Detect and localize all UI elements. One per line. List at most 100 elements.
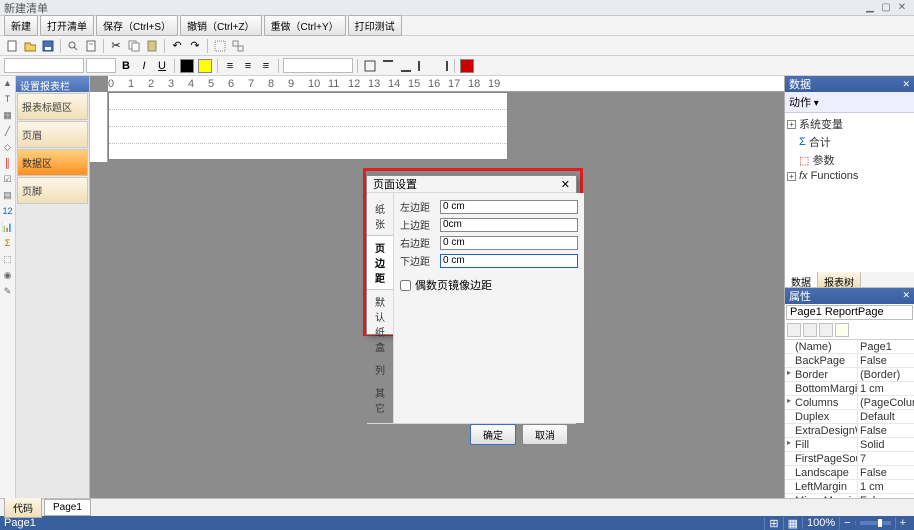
chart-icon[interactable]: 📊 <box>2 222 14 234</box>
zoom-in-icon[interactable]: + <box>895 517 910 529</box>
property-grid[interactable]: (Name)Page1BackPageFalse▸Border(Border)B… <box>785 340 914 499</box>
border-color-icon[interactable] <box>459 58 475 74</box>
barcode-icon[interactable]: ║ <box>2 158 14 170</box>
dialog-tab[interactable]: 页边距 <box>367 235 393 290</box>
font-size-select[interactable] <box>86 58 116 73</box>
font-family-select[interactable] <box>4 58 84 73</box>
property-row[interactable]: LeftMargin1 cm <box>785 480 914 494</box>
property-row[interactable]: ▸Columns(PageColumns) <box>785 396 914 410</box>
border-left-icon[interactable] <box>416 58 432 74</box>
dialog-close-icon[interactable]: ✕ <box>561 178 570 191</box>
close-icon[interactable]: ✕ <box>894 2 910 13</box>
number-icon[interactable]: 12 <box>2 206 14 218</box>
maximize-icon[interactable]: ▢ <box>878 2 894 13</box>
data-tree[interactable]: +系统变量 Σ 合计 ⬚ 参数 +fx Functions <box>785 113 914 185</box>
property-row[interactable]: (Name)Page1 <box>785 340 914 354</box>
align-center-icon[interactable]: ≡ <box>240 58 256 74</box>
style-select[interactable] <box>283 58 353 73</box>
top-margin-input[interactable] <box>440 218 578 232</box>
props-categorize-icon[interactable] <box>787 323 801 337</box>
rich-icon[interactable]: ✎ <box>2 286 14 298</box>
props-alpha-icon[interactable] <box>803 323 817 337</box>
menu-print-test[interactable]: 打印测试 <box>348 15 402 36</box>
panel-close-icon[interactable]: ✕ <box>902 79 910 90</box>
property-row[interactable]: BackPageFalse <box>785 354 914 368</box>
map-icon[interactable]: ◉ <box>2 270 14 282</box>
props-filter-icon[interactable] <box>819 323 833 337</box>
align-right-icon[interactable]: ≡ <box>258 58 274 74</box>
border-bottom-icon[interactable] <box>398 58 414 74</box>
italic-icon[interactable]: I <box>136 58 152 74</box>
shape-icon[interactable]: ◇ <box>2 142 14 154</box>
cut-icon[interactable]: ✂ <box>108 38 124 54</box>
redo-icon[interactable]: ↷ <box>187 38 203 54</box>
property-row[interactable]: DuplexDefault <box>785 410 914 424</box>
band-item[interactable]: 数据区 <box>17 149 88 176</box>
right-margin-input[interactable] <box>440 236 578 250</box>
sum-icon[interactable]: Σ <box>2 238 14 250</box>
dialog-title-bar[interactable]: 页面设置 ✕ <box>367 176 576 192</box>
status-grid-icon[interactable]: ▦ <box>783 517 802 530</box>
band-item[interactable]: 页眉 <box>17 121 88 148</box>
ok-button[interactable]: 确定 <box>470 424 516 445</box>
menu-undo[interactable]: 撤销（Ctrl+Z） <box>180 15 262 36</box>
save-icon[interactable] <box>40 38 56 54</box>
zoom-out-icon[interactable]: − <box>839 517 854 529</box>
zip-icon[interactable]: ⬚ <box>2 254 14 266</box>
tab-report-tree[interactable]: 报表树 <box>818 272 861 287</box>
property-row[interactable]: BottomMargin1 cm <box>785 382 914 396</box>
props-events-icon[interactable] <box>835 323 849 337</box>
bottom-margin-input[interactable] <box>440 254 578 268</box>
copy-icon[interactable] <box>126 38 142 54</box>
border-icon[interactable] <box>362 58 378 74</box>
property-row[interactable]: ▸Border(Border) <box>785 368 914 382</box>
font-color-icon[interactable] <box>179 58 195 74</box>
property-row[interactable]: MirrorMarginsFalse <box>785 494 914 499</box>
line-icon[interactable]: ╱ <box>2 126 14 138</box>
border-right-icon[interactable] <box>434 58 450 74</box>
checkbox-icon[interactable]: ☑ <box>2 174 14 186</box>
ungroup-icon[interactable] <box>230 38 246 54</box>
fill-color-icon[interactable] <box>197 58 213 74</box>
props-object-select[interactable]: Page1 ReportPage <box>786 305 913 320</box>
property-row[interactable]: ExtraDesignWidFalse <box>785 424 914 438</box>
property-row[interactable]: LandscapeFalse <box>785 466 914 480</box>
undo-icon[interactable]: ↶ <box>169 38 185 54</box>
band-item[interactable]: 报表标题区 <box>17 93 88 120</box>
minimize-icon[interactable]: ▁ <box>862 2 878 13</box>
report-page[interactable] <box>108 92 508 160</box>
menu-new[interactable]: 新建 <box>4 15 38 36</box>
group-icon[interactable] <box>212 38 228 54</box>
band-item[interactable]: 页脚 <box>17 177 88 204</box>
panel-close-icon[interactable]: ✕ <box>902 290 910 301</box>
property-row[interactable]: FirstPageSourc7 <box>785 452 914 466</box>
text-icon[interactable]: T <box>2 94 14 106</box>
preview-icon[interactable] <box>65 38 81 54</box>
border-top-icon[interactable] <box>380 58 396 74</box>
image-icon[interactable]: ▦ <box>2 110 14 122</box>
underline-icon[interactable]: U <box>154 58 170 74</box>
dialog-tab[interactable]: 默认纸盒 <box>367 290 393 358</box>
paste-icon[interactable] <box>144 38 160 54</box>
bold-icon[interactable]: B <box>118 58 134 74</box>
dialog-tab[interactable]: 纸张 <box>367 197 393 235</box>
property-row[interactable]: ▸FillSolid <box>785 438 914 452</box>
dialog-tab[interactable]: 其它 <box>367 381 393 419</box>
open-icon[interactable] <box>22 38 38 54</box>
cancel-button[interactable]: 取消 <box>522 424 568 445</box>
actions-dropdown[interactable]: 动作 ▾ <box>785 92 914 113</box>
dialog-tab[interactable]: 列 <box>367 358 393 381</box>
tab-data[interactable]: 数据 <box>785 272 818 287</box>
align-left-icon[interactable]: ≡ <box>222 58 238 74</box>
mirror-margins-checkbox[interactable] <box>400 280 411 291</box>
tab-page1[interactable]: Page1 <box>44 499 91 516</box>
pointer-icon[interactable]: ▲ <box>2 78 14 90</box>
menu-save[interactable]: 保存（Ctrl+S） <box>96 15 178 36</box>
page-setup-icon[interactable] <box>83 38 99 54</box>
menu-open[interactable]: 打开清单 <box>40 15 94 36</box>
table-icon[interactable]: ▤ <box>2 190 14 202</box>
left-margin-input[interactable] <box>440 200 578 214</box>
menu-redo[interactable]: 重做（Ctrl+Y） <box>264 15 346 36</box>
new-icon[interactable] <box>4 38 20 54</box>
tab-code[interactable]: 代码 <box>4 497 42 518</box>
